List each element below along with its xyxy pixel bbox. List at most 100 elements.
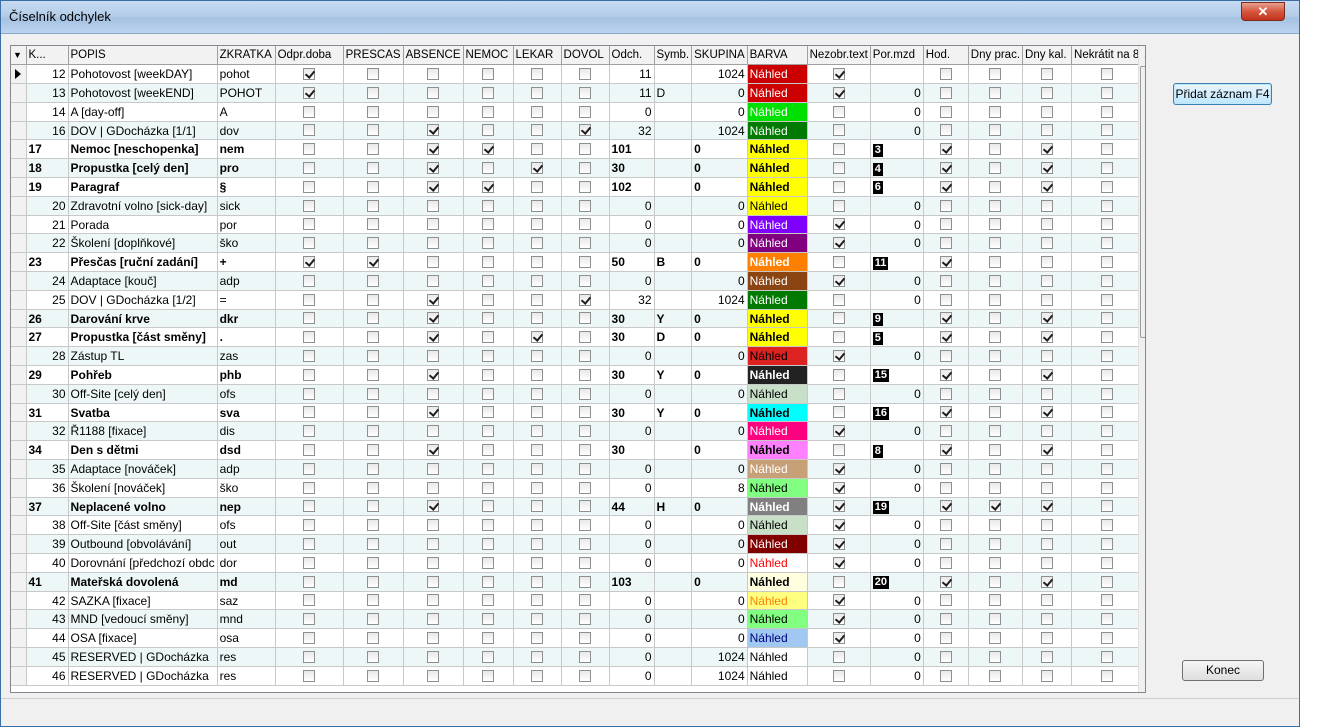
row-selector[interactable]: [11, 121, 27, 141]
table-row[interactable]: 39 Outbound [obvolávání] out 0 0 Náhled 0: [11, 534, 1143, 555]
dnykal-checkbox[interactable]: [1041, 312, 1054, 325]
cell-symb[interactable]: [654, 215, 693, 235]
cell-skupina[interactable]: 0: [691, 497, 748, 517]
odpr-checkbox[interactable]: [303, 462, 316, 475]
lekar-checkbox[interactable]: [531, 575, 544, 588]
dnyprac-checkbox[interactable]: [989, 519, 1002, 532]
dnykal-checkbox[interactable]: [1041, 143, 1054, 156]
cell-popis[interactable]: Off-Site [část směny]: [68, 515, 218, 536]
color-preview-swatch[interactable]: Náhled: [747, 515, 808, 536]
cell-zkratka[interactable]: +: [217, 252, 276, 273]
odpr-checkbox[interactable]: [303, 255, 316, 268]
cell-zkratka[interactable]: osa: [217, 628, 276, 648]
lekar-checkbox[interactable]: [531, 387, 544, 400]
lekar-checkbox[interactable]: [531, 180, 544, 193]
absence-checkbox[interactable]: [427, 537, 440, 550]
lekar-checkbox[interactable]: [531, 650, 544, 663]
cell-odch[interactable]: 0: [609, 215, 655, 235]
lekar-checkbox[interactable]: [531, 631, 544, 644]
hod-checkbox[interactable]: [939, 669, 952, 682]
cell-pormzd[interactable]: 3: [870, 139, 924, 160]
cell-skupina[interactable]: 0: [691, 421, 748, 442]
table-row[interactable]: 27 Propustka [část směny]. 30 D 0 Náhled 5: [11, 327, 1143, 348]
nekratit-checkbox[interactable]: [1100, 406, 1113, 419]
cell-pormzd[interactable]: 4: [870, 158, 924, 179]
cell-symb[interactable]: [654, 572, 693, 592]
nekratit-checkbox[interactable]: [1100, 443, 1113, 456]
row-selector[interactable]: [11, 327, 27, 348]
nekratit-checkbox[interactable]: [1100, 255, 1113, 268]
table-row[interactable]: 16 DOV | GDocházka [1/1] dov 32 1024 Náhled 0: [11, 121, 1143, 141]
nemoc-checkbox[interactable]: [482, 443, 495, 456]
cell-symb[interactable]: [654, 553, 693, 573]
prescas-checkbox[interactable]: [367, 293, 380, 306]
row-selector[interactable]: [11, 421, 27, 442]
cell-symb[interactable]: [654, 591, 693, 611]
cell-pormzd[interactable]: 0: [870, 628, 924, 648]
absence-checkbox[interactable]: [427, 105, 440, 118]
prescas-checkbox[interactable]: [367, 500, 380, 513]
odpr-checkbox[interactable]: [303, 180, 316, 193]
odpr-checkbox[interactable]: [303, 556, 316, 569]
dovol-checkbox[interactable]: [579, 387, 592, 400]
cell-odch[interactable]: 0: [609, 478, 655, 498]
cell-popis[interactable]: Adaptace [kouč]: [68, 271, 218, 291]
cell-pormzd[interactable]: 0: [870, 102, 924, 122]
dnyprac-checkbox[interactable]: [989, 613, 1002, 626]
lekar-checkbox[interactable]: [531, 255, 544, 268]
odpr-checkbox[interactable]: [303, 650, 316, 663]
cell-odch[interactable]: 0: [609, 666, 655, 686]
color-preview-swatch[interactable]: Náhled: [747, 666, 808, 686]
lekar-checkbox[interactable]: [531, 293, 544, 306]
dovol-checkbox[interactable]: [579, 331, 592, 344]
color-preview-swatch[interactable]: Náhled: [747, 497, 808, 517]
cell-k[interactable]: 36: [26, 478, 69, 498]
dnykal-checkbox[interactable]: [1041, 425, 1054, 438]
nezobr-checkbox[interactable]: [832, 255, 845, 268]
nekratit-checkbox[interactable]: [1100, 631, 1113, 644]
absence-checkbox[interactable]: [427, 312, 440, 325]
absence-checkbox[interactable]: [427, 180, 440, 193]
dnyprac-checkbox[interactable]: [989, 105, 1002, 118]
column-header[interactable]: Nezobr.text: [807, 46, 871, 66]
table-row[interactable]: 19 Paragraf § 102 0 Náhled 6: [11, 177, 1143, 197]
cell-pormzd[interactable]: 0: [870, 534, 924, 555]
nezobr-checkbox[interactable]: [832, 237, 845, 250]
cell-odch[interactable]: 32: [609, 290, 655, 310]
hod-checkbox[interactable]: [939, 387, 952, 400]
nezobr-checkbox[interactable]: [832, 68, 845, 81]
nekratit-checkbox[interactable]: [1100, 162, 1113, 174]
dovol-checkbox[interactable]: [579, 237, 592, 250]
dnykal-checkbox[interactable]: [1041, 349, 1054, 362]
cell-k[interactable]: 34: [26, 440, 69, 461]
nemoc-checkbox[interactable]: [482, 312, 495, 325]
dnykal-checkbox[interactable]: [1041, 669, 1054, 682]
add-record-button[interactable]: Přidat záznam F4: [1173, 83, 1272, 105]
cell-odch[interactable]: 44: [609, 497, 655, 517]
cell-pormzd[interactable]: 0: [870, 666, 924, 686]
window-close-button[interactable]: ✕: [1241, 2, 1285, 21]
nemoc-checkbox[interactable]: [482, 180, 495, 193]
dnykal-checkbox[interactable]: [1041, 594, 1054, 607]
cell-symb[interactable]: [654, 196, 693, 216]
nemoc-checkbox[interactable]: [482, 613, 495, 626]
odpr-checkbox[interactable]: [303, 613, 316, 626]
dnyprac-checkbox[interactable]: [989, 368, 1002, 381]
odpr-checkbox[interactable]: [303, 124, 316, 137]
cell-popis[interactable]: Svatba: [68, 403, 218, 423]
cell-skupina[interactable]: 0: [691, 346, 748, 367]
color-preview-swatch[interactable]: Náhled: [747, 553, 808, 573]
nemoc-checkbox[interactable]: [482, 462, 495, 475]
prescas-checkbox[interactable]: [367, 86, 380, 99]
nekratit-checkbox[interactable]: [1100, 650, 1113, 663]
dnykal-checkbox[interactable]: [1041, 537, 1054, 550]
hod-checkbox[interactable]: [939, 105, 952, 118]
table-row[interactable]: 28 Zástup TL zas 0 0 Náhled 0: [11, 346, 1143, 367]
nemoc-checkbox[interactable]: [482, 406, 495, 419]
cell-symb[interactable]: [654, 440, 693, 461]
cell-k[interactable]: 24: [26, 271, 69, 291]
nemoc-checkbox[interactable]: [482, 237, 495, 250]
hod-checkbox[interactable]: [939, 425, 952, 438]
cell-symb[interactable]: [654, 290, 693, 310]
cell-pormzd[interactable]: 0: [870, 421, 924, 442]
